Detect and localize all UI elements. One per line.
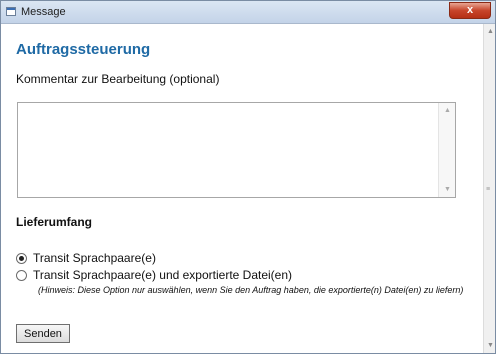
scroll-down-icon[interactable]: ▼ [444,186,451,193]
scroll-up-icon[interactable]: ▲ [487,28,494,35]
close-button[interactable]: x [449,2,491,19]
comment-label: Kommentar zur Bearbeitung (optional) [16,72,220,86]
textarea-scrollbar[interactable]: ▲ ▼ [438,103,455,197]
title-bar: Message x [1,1,495,24]
dialog-content: Auftragssteuerung Kommentar zur Bearbeit… [1,24,483,353]
scroll-up-icon[interactable]: ▲ [444,107,451,114]
hint-text: (Hinweis: Diese Option nur auswählen, we… [38,285,464,295]
scroll-down-icon[interactable]: ▼ [487,342,494,349]
message-window: Message x Auftragssteuerung Kommentar zu… [0,0,496,354]
option-language-pairs-and-files[interactable]: Transit Sprachpaare(e) und exportierte D… [16,268,292,282]
option-label: Transit Sprachpaare(e) und exportierte D… [33,268,293,282]
radio-unselected-icon[interactable] [16,269,27,281]
option-label: Transit Sprachpaare(e) [33,251,156,265]
scroll-grip-icon[interactable]: ≡ [486,186,490,193]
page-title: Auftragssteuerung [16,41,151,58]
radio-selected-icon[interactable] [16,252,27,264]
delivery-scope-heading: Lieferumfang [16,215,93,229]
window-icon [6,7,16,16]
window-scrollbar[interactable]: ▲ ≡ ▼ [483,24,495,353]
comment-textarea[interactable]: ▲ ▼ [17,102,456,198]
window-title: Message [21,6,66,18]
send-button[interactable]: Senden [16,324,70,343]
option-language-pairs[interactable]: Transit Sprachpaare(e) [16,251,156,265]
